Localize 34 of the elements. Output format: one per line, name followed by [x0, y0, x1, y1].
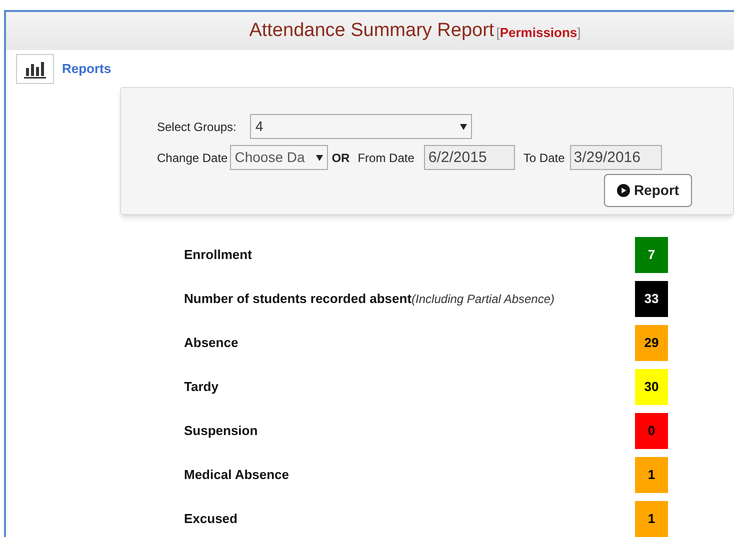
metric-label: Tardy — [184, 378, 218, 396]
caret-icon — [316, 154, 323, 160]
metric-label: Absence — [184, 334, 238, 352]
metric-value: 30 — [635, 369, 668, 405]
to-date-label: To Date — [523, 150, 565, 166]
groups-dropdown[interactable]: 4 — [250, 114, 472, 139]
caret-icon — [460, 124, 468, 130]
metric-value: 0 — [635, 413, 668, 449]
page-title: Attendance Summary Report — [249, 18, 494, 43]
from-date-label: From Date — [358, 150, 414, 166]
metric-label: Number of students recorded absent — [184, 290, 412, 308]
permissions-link[interactable]: Permissions — [500, 22, 578, 42]
metric-label: Suspension — [184, 422, 258, 440]
close-bracket: ] — [577, 24, 581, 42]
bar-chart-icon[interactable] — [16, 54, 54, 84]
change-date-dropdown[interactable]: Choose Da — [230, 145, 328, 170]
or-label: OR — [332, 150, 350, 166]
metric-label: Excused — [184, 510, 238, 528]
metric-value: 1 — [635, 457, 668, 493]
from-date-field[interactable]: 6/2/2015 — [424, 145, 516, 170]
metric-value: 33 — [635, 281, 668, 317]
open-bracket: [ — [496, 24, 500, 42]
select-groups-label: Select Groups: — [157, 118, 236, 136]
metric-note: (Including Partial Absence) — [412, 291, 555, 308]
metric-label: Enrollment — [184, 246, 252, 264]
change-date-label: Change Date — [157, 150, 228, 166]
metric-value: 1 — [635, 501, 668, 537]
play-icon — [616, 184, 630, 197]
report-button[interactable]: Report — [604, 174, 692, 207]
metric-value: 7 — [635, 237, 668, 273]
reports-link[interactable]: Reports — [62, 59, 112, 79]
metric-value: 29 — [635, 325, 668, 361]
to-date-field[interactable]: 3/29/2016 — [570, 145, 662, 170]
metric-label: Medical Absence — [184, 466, 290, 484]
